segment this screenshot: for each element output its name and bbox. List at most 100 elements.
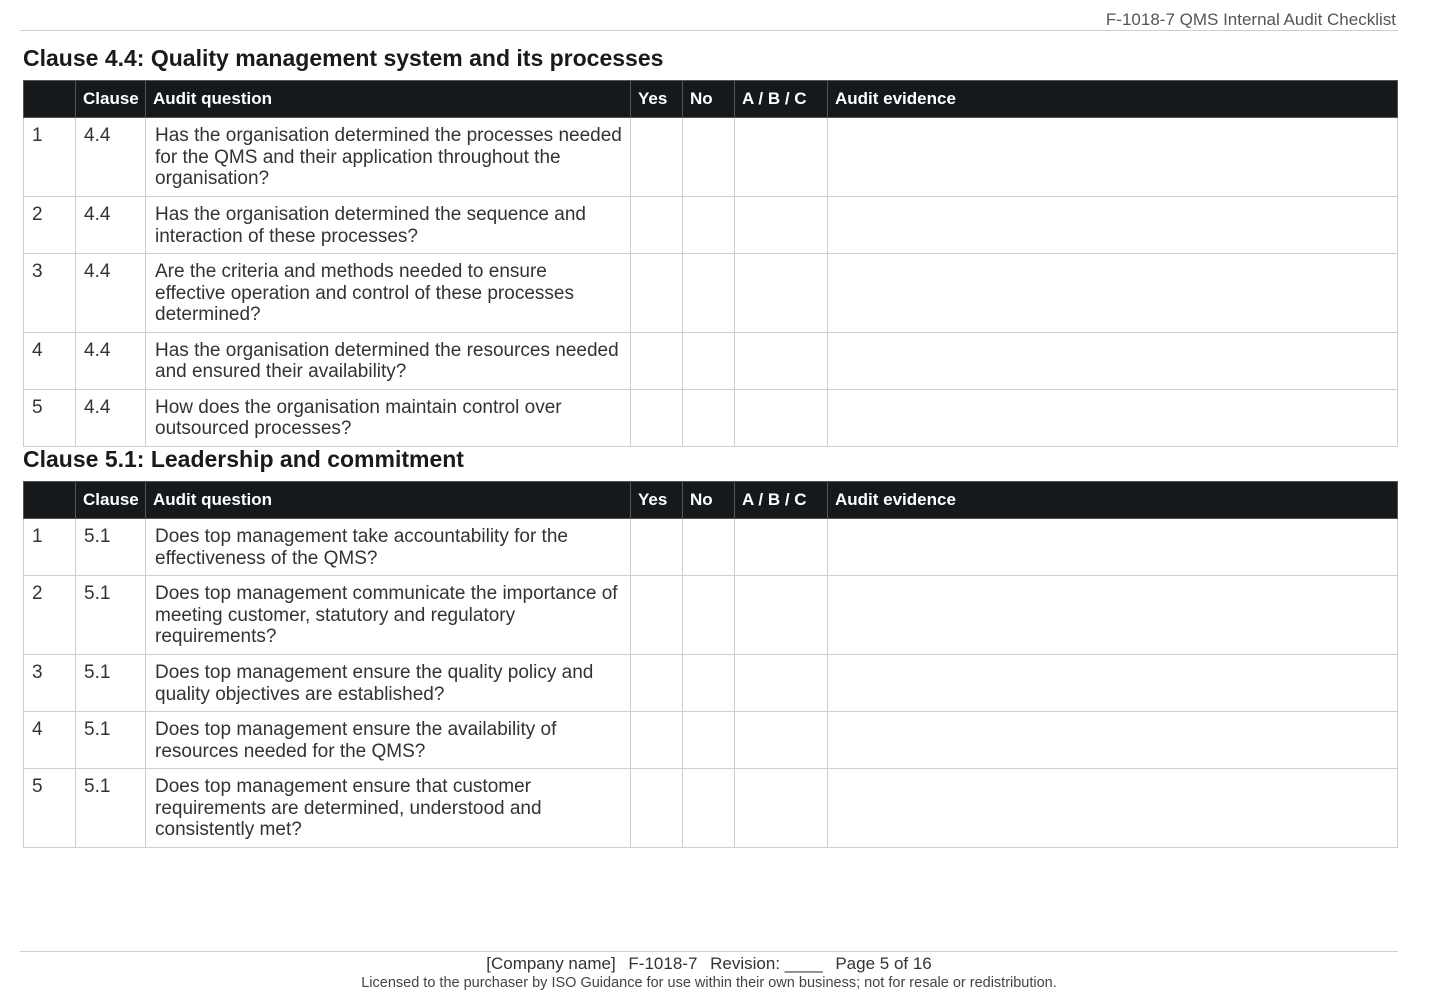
- table-row: 3 4.4 Are the criteria and methods neede…: [23, 253, 1398, 333]
- yes-cell[interactable]: [630, 331, 683, 390]
- abc-cell[interactable]: [734, 196, 828, 254]
- row-clause: 5.1: [75, 654, 146, 712]
- audit-evidence-cell[interactable]: [827, 331, 1398, 390]
- column-header-yes: Yes: [630, 80, 683, 118]
- row-audit-question: Has the organisation determined the reso…: [145, 331, 631, 390]
- column-header-audit-question: Audit question: [145, 481, 631, 519]
- abc-cell[interactable]: [734, 711, 828, 769]
- audit-evidence-cell[interactable]: [827, 575, 1398, 655]
- footer-document-info: [Company name] F-1018-7 Revision: ____ P…: [20, 954, 1398, 974]
- row-clause: 5.1: [75, 711, 146, 769]
- yes-cell[interactable]: [630, 388, 683, 447]
- table-row: 4 5.1 Does top management ensure the ava…: [23, 711, 1398, 769]
- abc-cell[interactable]: [734, 518, 828, 576]
- table-header-row: Clause Audit question Yes No A / B / C A…: [23, 80, 1398, 118]
- footer-revision: Revision: ____: [710, 954, 823, 973]
- row-number: 3: [23, 253, 76, 333]
- row-audit-question: Does top management ensure the quality p…: [145, 654, 631, 712]
- yes-cell[interactable]: [630, 654, 683, 712]
- row-audit-question: Does top management take accountability …: [145, 518, 631, 576]
- column-header-no: No: [682, 481, 735, 519]
- no-cell[interactable]: [682, 711, 735, 769]
- row-audit-question: Has the organisation determined the sequ…: [145, 196, 631, 254]
- column-header-audit-question: Audit question: [145, 80, 631, 118]
- row-number: 3: [23, 654, 76, 712]
- row-number: 5: [23, 768, 76, 848]
- row-number: 4: [23, 331, 76, 390]
- abc-cell[interactable]: [734, 331, 828, 390]
- audit-evidence-cell[interactable]: [827, 196, 1398, 254]
- abc-cell[interactable]: [734, 117, 828, 197]
- row-clause: 4.4: [75, 196, 146, 254]
- no-cell[interactable]: [682, 518, 735, 576]
- table-header-row: Clause Audit question Yes No A / B / C A…: [23, 481, 1398, 519]
- table-row: 2 4.4 Has the organisation determined th…: [23, 196, 1398, 254]
- row-audit-question: Does top management ensure the availabil…: [145, 711, 631, 769]
- document-reference: F-1018-7 QMS Internal Audit Checklist: [1105, 10, 1396, 29]
- no-cell[interactable]: [682, 768, 735, 848]
- table-row: 1 4.4 Has the organisation determined th…: [23, 117, 1398, 197]
- row-audit-question: Does top management communicate the impo…: [145, 575, 631, 655]
- audit-evidence-cell[interactable]: [827, 117, 1398, 197]
- no-cell[interactable]: [682, 331, 735, 390]
- footer-document-number: F-1018-7: [628, 954, 698, 973]
- audit-evidence-cell[interactable]: [827, 518, 1398, 576]
- yes-cell[interactable]: [630, 253, 683, 333]
- audit-evidence-cell[interactable]: [827, 768, 1398, 848]
- row-number: 1: [23, 518, 76, 576]
- no-cell[interactable]: [682, 575, 735, 655]
- table-row: 5 4.4 How does the organisation maintain…: [23, 388, 1398, 447]
- table-row: 5 5.1 Does top management ensure that cu…: [23, 768, 1398, 848]
- row-audit-question: Does top management ensure that customer…: [145, 768, 631, 848]
- row-number: 4: [23, 711, 76, 769]
- row-number: 5: [23, 388, 76, 447]
- audit-evidence-cell[interactable]: [827, 253, 1398, 333]
- column-header-abc: A / B / C: [734, 481, 828, 519]
- row-clause: 4.4: [75, 331, 146, 390]
- row-number: 1: [23, 117, 76, 197]
- abc-cell[interactable]: [734, 388, 828, 447]
- table-row: 4 4.4 Has the organisation determined th…: [23, 331, 1398, 390]
- footer-page-number: Page 5 of 16: [835, 954, 932, 973]
- column-header-audit-evidence: Audit evidence: [827, 481, 1398, 519]
- abc-cell[interactable]: [734, 575, 828, 655]
- column-header-number: [23, 481, 76, 519]
- footer-company-name: [Company name]: [486, 954, 616, 973]
- table-row: 3 5.1 Does top management ensure the qua…: [23, 654, 1398, 712]
- column-header-abc: A / B / C: [734, 80, 828, 118]
- table-row: 2 5.1 Does top management communicate th…: [23, 575, 1398, 655]
- row-number: 2: [23, 575, 76, 655]
- no-cell[interactable]: [682, 117, 735, 197]
- row-audit-question: Has the organisation determined the proc…: [145, 117, 631, 197]
- table-row: 1 5.1 Does top management take accountab…: [23, 518, 1398, 576]
- column-header-audit-evidence: Audit evidence: [827, 80, 1398, 118]
- yes-cell[interactable]: [630, 117, 683, 197]
- row-number: 2: [23, 196, 76, 254]
- page-header: F-1018-7 QMS Internal Audit Checklist: [20, 8, 1398, 31]
- no-cell[interactable]: [682, 196, 735, 254]
- yes-cell[interactable]: [630, 575, 683, 655]
- no-cell[interactable]: [682, 654, 735, 712]
- abc-cell[interactable]: [734, 654, 828, 712]
- yes-cell[interactable]: [630, 768, 683, 848]
- column-header-yes: Yes: [630, 481, 683, 519]
- no-cell[interactable]: [682, 388, 735, 447]
- yes-cell[interactable]: [630, 518, 683, 576]
- audit-evidence-cell[interactable]: [827, 654, 1398, 712]
- row-clause: 5.1: [75, 768, 146, 848]
- section-title-clause-5-1: Clause 5.1: Leadership and commitment: [23, 446, 464, 472]
- audit-evidence-cell[interactable]: [827, 388, 1398, 447]
- abc-cell[interactable]: [734, 253, 828, 333]
- row-audit-question: Are the criteria and methods needed to e…: [145, 253, 631, 333]
- column-header-number: [23, 80, 76, 118]
- row-clause: 4.4: [75, 253, 146, 333]
- row-audit-question: How does the organisation maintain contr…: [145, 388, 631, 447]
- row-clause: 5.1: [75, 518, 146, 576]
- audit-table-clause-5-1: Clause Audit question Yes No A / B / C A…: [23, 481, 1398, 848]
- abc-cell[interactable]: [734, 768, 828, 848]
- page-footer: [Company name] F-1018-7 Revision: ____ P…: [20, 951, 1398, 991]
- no-cell[interactable]: [682, 253, 735, 333]
- audit-evidence-cell[interactable]: [827, 711, 1398, 769]
- yes-cell[interactable]: [630, 711, 683, 769]
- yes-cell[interactable]: [630, 196, 683, 254]
